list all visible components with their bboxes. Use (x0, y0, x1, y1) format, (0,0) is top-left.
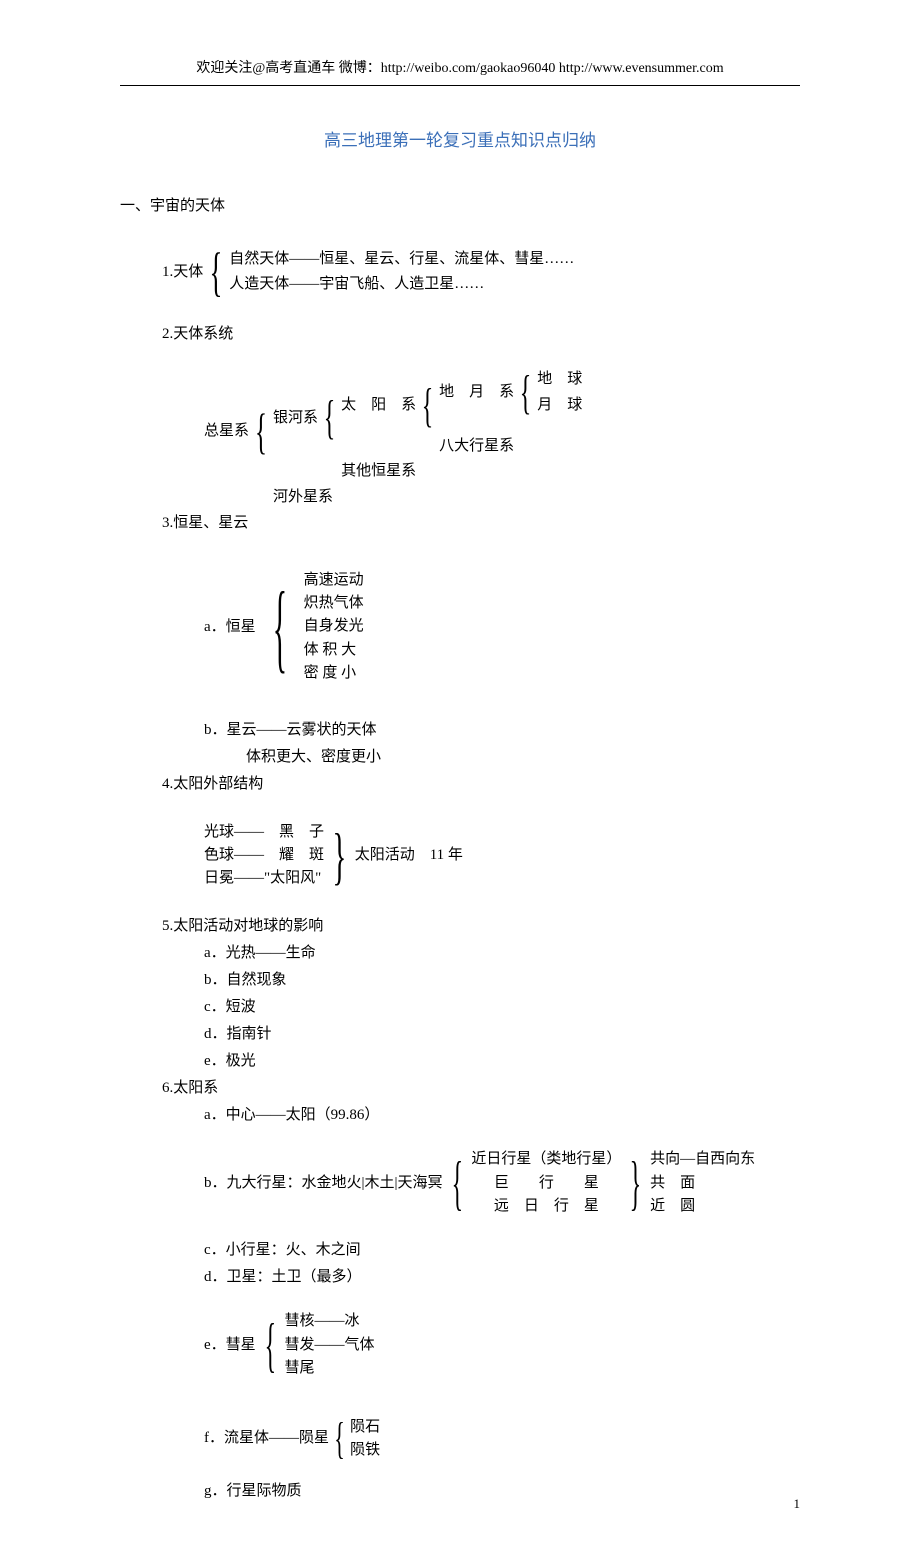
left-brace-icon: { (520, 352, 532, 434)
p2-l1b: 河外星系 (273, 485, 582, 511)
p1-item-a: 自然天体——恒星、星云、行星、流星体、彗星…… (229, 247, 574, 273)
p2-l2b: 其他恒星系 (341, 459, 582, 485)
p6b-label: b．九大行星：水金地火|木土|天海冥 (204, 1170, 443, 1197)
point-5-label: 5.太阳活动对地球的影响 (120, 913, 800, 940)
p5-item: d．指南针 (120, 1021, 800, 1048)
point-1: 1.天体 { 自然天体——恒星、星云、行星、流星体、彗星…… 人造天体——宇宙飞… (120, 224, 800, 321)
point-2-label: 2.天体系统 (120, 321, 800, 348)
left-brace-icon: { (451, 1129, 463, 1237)
left-brace-icon: { (264, 1291, 276, 1399)
p6e-item: 彗核——冰 (284, 1310, 374, 1333)
p6-e: e．彗星 { 彗核——冰 彗发——气体 彗尾 (120, 1291, 800, 1399)
p5-item: a．光热——生命 (120, 940, 800, 967)
p2-l1a: 银河系 (273, 406, 318, 432)
p6b-right: 近 圆 (650, 1195, 755, 1218)
left-brace-icon: { (255, 386, 267, 476)
document-title: 高三地理第一轮复习重点知识点归纳 (120, 126, 800, 157)
page: 欢迎关注@高考直通车 微博：http://weibo.com/gaokao960… (0, 0, 920, 1545)
p6-g: g．行星际物质 (120, 1478, 800, 1505)
p4-row: 光球—— 黑 子 (204, 821, 324, 844)
p1-label: 1.天体 (162, 259, 203, 286)
p2-l4b: 月 球 (537, 393, 582, 419)
p3a-item: 自身发光 (304, 615, 364, 638)
p3a-item: 体 积 大 (304, 639, 364, 662)
p6b-right: 共 面 (650, 1172, 755, 1195)
point-3-label: 3.恒星、星云 (120, 510, 800, 537)
p6-b: b．九大行星：水金地火|木土|天海冥 { 近日行星（类地行星） 巨 行 星 远 … (120, 1129, 800, 1237)
right-brace-icon: } (332, 798, 346, 913)
left-brace-icon: { (210, 224, 223, 321)
left-brace-icon: { (272, 537, 286, 717)
point-4-body: 光球—— 黑 子 色球—— 耀 斑 日冕——"太阳风" } 太阳活动 11 年 (120, 798, 800, 913)
p2-root: 总星系 (204, 418, 249, 445)
section-1-head: 一、宇宙的天体 (120, 193, 800, 220)
p3a-item: 密 度 小 (304, 662, 364, 685)
p2-l3b: 八大行星系 (439, 434, 582, 460)
header-line: 欢迎关注@高考直通车 微博：http://weibo.com/gaokao960… (120, 56, 800, 86)
p3a-item: 炽热气体 (304, 592, 364, 615)
point-2-tree: 总星系 { 银河系 { 太 阳 系 { (120, 352, 800, 510)
p5-item: b．自然现象 (120, 967, 800, 994)
p1-item-b: 人造天体——宇宙飞船、人造卫星…… (229, 272, 574, 298)
point-6-label: 6.太阳系 (120, 1075, 800, 1102)
right-brace-icon: } (630, 1129, 642, 1237)
p2-l3a: 地 月 系 (439, 380, 514, 406)
p6f-item: 陨铁 (350, 1439, 380, 1462)
p6b-mid: 巨 行 星 (471, 1172, 621, 1195)
p6e-item: 彗尾 (284, 1357, 374, 1380)
left-brace-icon: { (422, 365, 434, 447)
point-3a: a．恒星 { 高速运动 炽热气体 自身发光 体 积 大 密 度 小 (120, 537, 800, 717)
left-brace-icon: { (324, 377, 336, 459)
p6-c: c．小行星：火、木之间 (120, 1237, 800, 1264)
p5-item: c．短波 (120, 994, 800, 1021)
p6f-item: 陨石 (350, 1416, 380, 1439)
p6e-item: 彗发——气体 (284, 1334, 374, 1357)
p6-f: f．流星体——陨星 { 陨石 陨铁 (120, 1399, 800, 1478)
p6e-label: e．彗星 (204, 1332, 256, 1359)
p6f-label: f．流星体——陨星 (204, 1425, 329, 1452)
p4-row: 日冕——"太阳风" (204, 867, 324, 890)
p5-item: e．极光 (120, 1048, 800, 1075)
p6b-mid: 近日行星（类地行星） (471, 1148, 621, 1171)
p3b-line1: b．星云——云雾状的天体 (120, 717, 800, 744)
p4-row: 色球—— 耀 斑 (204, 844, 324, 867)
p3a-item: 高速运动 (304, 569, 364, 592)
p6b-right: 共向—自西向东 (650, 1148, 755, 1171)
p4-right: 太阳活动 11 年 (355, 842, 463, 869)
p3b-line2: 体积更大、密度更小 (120, 744, 800, 771)
left-brace-icon: { (334, 1399, 345, 1478)
p6-a: a．中心——太阳（99.86） (120, 1102, 800, 1129)
p6b-mid: 远 日 行 星 (471, 1195, 621, 1218)
point-4-label: 4.太阳外部结构 (120, 771, 800, 798)
p3a-label: a．恒星 (204, 614, 256, 641)
p2-l4a: 地 球 (537, 367, 582, 393)
p2-l2a: 太 阳 系 (341, 393, 416, 419)
p6-d: d．卫星：土卫（最多） (120, 1264, 800, 1291)
page-number: 1 (794, 1492, 801, 1515)
